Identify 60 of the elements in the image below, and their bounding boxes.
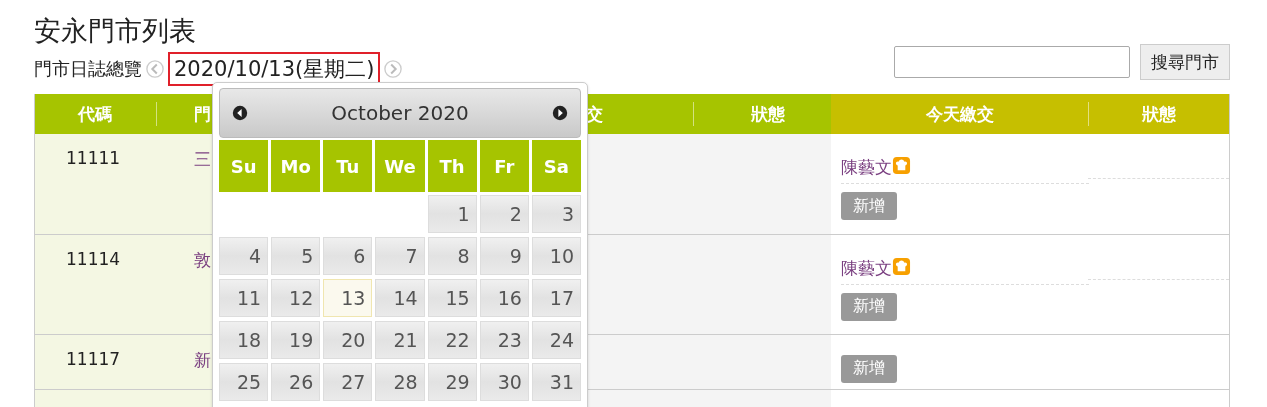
- table-cell: 11114: [34, 234, 156, 334]
- calendar-day[interactable]: 19: [271, 321, 321, 359]
- store-link[interactable]: 新: [193, 349, 211, 370]
- calendar-day[interactable]: 1: [427, 195, 477, 233]
- calendar-day[interactable]: 16: [479, 279, 529, 317]
- weekday-label: Mo: [271, 140, 321, 192]
- section-label: 門市日誌總覽: [34, 57, 142, 81]
- calendar-day[interactable]: 3: [531, 195, 581, 233]
- calendar-day[interactable]: 22: [427, 321, 477, 359]
- calendar-day[interactable]: 13: [323, 279, 373, 317]
- page-title: 安永門市列表: [34, 14, 197, 48]
- calendar-day[interactable]: 25: [219, 363, 269, 401]
- column-header: 狀態: [693, 94, 832, 134]
- weekday-label: We: [375, 140, 425, 192]
- calendar-day[interactable]: 12: [271, 279, 321, 317]
- weekday-label: Fr: [479, 140, 529, 192]
- search-button[interactable]: 搜尋門市: [1140, 44, 1230, 80]
- weekday-label: Sa: [531, 140, 581, 192]
- previous-month-icon[interactable]: [232, 105, 248, 121]
- calendar-day[interactable]: 2: [479, 195, 529, 233]
- weekday-label: Th: [427, 140, 477, 192]
- calendar-day[interactable]: 23: [479, 321, 529, 359]
- calendar-day[interactable]: 24: [531, 321, 581, 359]
- calendar-day[interactable]: 7: [375, 237, 425, 275]
- chef-hat-icon: [892, 156, 912, 175]
- calendar-day[interactable]: 10: [531, 237, 581, 275]
- person-link[interactable]: 陳藝文: [841, 256, 893, 280]
- weekday-label: Tu: [323, 140, 373, 192]
- store-link[interactable]: 敦: [193, 249, 211, 270]
- calendar-day[interactable]: 6: [323, 237, 373, 275]
- table-cell: 11111: [34, 134, 156, 234]
- column-header: 代碼: [34, 94, 156, 134]
- calendar-day[interactable]: 27: [323, 363, 373, 401]
- calendar-day[interactable]: 20: [323, 321, 373, 359]
- search-field[interactable]: [894, 46, 1130, 78]
- chef-hat-icon: [892, 256, 912, 276]
- calendar-day[interactable]: 26: [271, 363, 321, 401]
- calendar-day[interactable]: 21: [375, 321, 425, 359]
- previous-day-icon[interactable]: [146, 60, 164, 78]
- calendar-day[interactable]: 5: [271, 237, 321, 275]
- calendar-day[interactable]: 14: [375, 279, 425, 317]
- calendar-day[interactable]: 17: [531, 279, 581, 317]
- store-link[interactable]: 三: [193, 149, 211, 169]
- calendar-day[interactable]: 15: [427, 279, 477, 317]
- next-month-icon[interactable]: [552, 105, 568, 121]
- calendar-day[interactable]: 18: [219, 321, 269, 359]
- calendar-day[interactable]: 31: [531, 363, 581, 401]
- column-header: 今天繳交: [831, 94, 1089, 134]
- calendar-day[interactable]: 28: [375, 363, 425, 401]
- calendar-day[interactable]: 8: [427, 237, 477, 275]
- person-link[interactable]: 陳藝文: [841, 156, 893, 179]
- calendar-day[interactable]: 11: [219, 279, 269, 317]
- calendar-day[interactable]: 9: [479, 237, 529, 275]
- column-header: 狀態: [1088, 94, 1230, 134]
- calendar-day[interactable]: 30: [479, 363, 529, 401]
- calendar-day[interactable]: 4: [219, 237, 269, 275]
- table-cell: 11117: [34, 334, 156, 389]
- weekday-label: Su: [219, 140, 269, 192]
- calendar-day[interactable]: 29: [427, 363, 477, 401]
- next-day-icon[interactable]: [384, 60, 403, 78]
